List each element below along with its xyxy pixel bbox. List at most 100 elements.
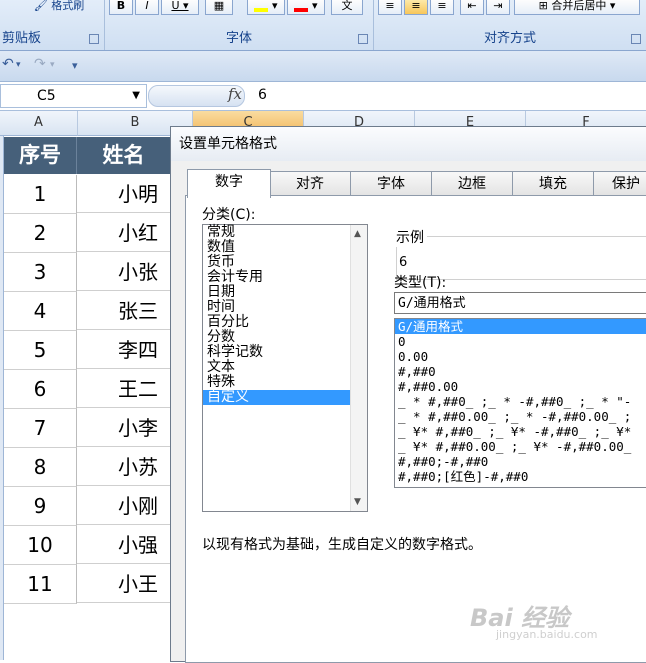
scroll-down-icon[interactable]: ▼ bbox=[354, 497, 361, 507]
border-icon: ▦ bbox=[213, 0, 225, 12]
tab-font[interactable]: 字体 bbox=[350, 171, 432, 196]
tab-number[interactable]: 数字 bbox=[187, 169, 271, 198]
underline-button[interactable]: U ▾ bbox=[161, 0, 199, 15]
format-cells-dialog: 设置单元格格式 数字 对齐 字体 边框 填充 保护 分类(C): 常规 数值 货… bbox=[170, 126, 646, 663]
border-button[interactable]: ▦ bbox=[205, 0, 233, 15]
list-item-selected[interactable]: 自定义 bbox=[203, 390, 350, 405]
customize-qat-icon[interactable]: ▾ bbox=[72, 59, 78, 72]
list-item[interactable]: 文本 bbox=[203, 360, 367, 375]
format-list[interactable]: G/通用格式 0 0.00 #,##0 #,##0.00 _ * #,##0_ … bbox=[394, 318, 646, 488]
bold-button[interactable]: B bbox=[109, 0, 133, 15]
clipboard-launcher-icon[interactable] bbox=[89, 34, 99, 44]
list-item[interactable]: _ ¥* #,##0_ ;_ ¥* -#,##0_ ;_ ¥* bbox=[395, 424, 646, 439]
clipboard-group: 🖌 格式刷 剪贴板 bbox=[0, 0, 105, 50]
list-item[interactable]: #,##0;-#,##0 bbox=[395, 454, 646, 469]
insert-function-icon[interactable]: fx bbox=[228, 85, 242, 103]
list-item[interactable]: 日期 bbox=[203, 285, 367, 300]
indent-decrease-button[interactable]: ⇤ bbox=[460, 0, 484, 15]
table-cell-index[interactable]: 1 bbox=[4, 175, 77, 214]
underline-icon: U ▾ bbox=[171, 0, 189, 12]
list-item[interactable]: _ ¥* #,##0.00_ ;_ ¥* -#,##0.00_ bbox=[395, 439, 646, 454]
type-input[interactable]: G/通用格式 bbox=[394, 292, 646, 314]
italic-button[interactable]: I bbox=[135, 0, 159, 15]
formula-input[interactable]: 6 bbox=[258, 87, 267, 103]
font-group: B I U ▾ ▦ ▾ ▾ 文 字体 bbox=[105, 0, 374, 50]
table-cell-index[interactable]: 3 bbox=[4, 253, 77, 292]
chevron-down-icon[interactable]: ▼ bbox=[132, 90, 140, 101]
list-item[interactable]: 分数 bbox=[203, 330, 367, 345]
bold-icon: B bbox=[116, 0, 126, 12]
header-cell-index[interactable]: 序号 bbox=[4, 137, 77, 174]
table-cell-name[interactable]: 小李 bbox=[77, 409, 170, 447]
dialog-title[interactable]: 设置单元格格式 bbox=[171, 127, 646, 161]
table-cell-index[interactable]: 8 bbox=[4, 448, 77, 487]
list-item[interactable]: 0.00 bbox=[395, 349, 646, 364]
sample-label: 示例 bbox=[393, 227, 427, 247]
name-box[interactable]: C5 ▼ bbox=[0, 84, 147, 108]
table-cell-index[interactable]: 6 bbox=[4, 370, 77, 409]
table-cell-name[interactable]: 李四 bbox=[77, 331, 170, 369]
table-cell-name[interactable]: 张三 bbox=[77, 292, 170, 330]
sample-value: 6 bbox=[399, 255, 408, 270]
font-color-button[interactable]: ▾ bbox=[287, 0, 325, 15]
undo-icon[interactable]: ↶ bbox=[2, 56, 14, 72]
table-cell-index[interactable]: 5 bbox=[4, 331, 77, 370]
table-cell-index[interactable]: 7 bbox=[4, 409, 77, 448]
table-cell-name[interactable]: 小张 bbox=[77, 253, 170, 291]
align-left-button[interactable]: ≡ bbox=[378, 0, 402, 15]
list-item-selected[interactable]: G/通用格式 bbox=[395, 319, 646, 334]
formula-bar: C5 ▼ fx 6 bbox=[0, 82, 646, 111]
phonetic-button[interactable]: 文 bbox=[331, 0, 363, 15]
table-cell-name[interactable]: 小红 bbox=[77, 214, 170, 252]
table-cell-index[interactable]: 4 bbox=[4, 292, 77, 331]
tab-protection[interactable]: 保护 bbox=[593, 171, 646, 195]
list-item[interactable]: 时间 bbox=[203, 300, 367, 315]
table-cell-name[interactable]: 小明 bbox=[77, 175, 170, 213]
tab-alignment[interactable]: 对齐 bbox=[269, 171, 351, 196]
list-item[interactable]: 货币 bbox=[203, 255, 367, 270]
list-item[interactable]: 常规 bbox=[203, 225, 367, 240]
table-cell-index[interactable]: 11 bbox=[4, 565, 77, 604]
list-item[interactable]: #,##0.00 bbox=[395, 379, 646, 394]
list-item[interactable]: 科学记数 bbox=[203, 345, 367, 360]
list-item[interactable]: 会计专用 bbox=[203, 270, 367, 285]
font-group-label: 字体 bbox=[225, 31, 252, 46]
indent-increase-button[interactable]: ⇥ bbox=[486, 0, 510, 15]
list-item[interactable]: #,##0;[红色]-#,##0 bbox=[395, 469, 646, 484]
fill-color-button[interactable]: ▾ bbox=[247, 0, 285, 15]
list-item[interactable]: 百分比 bbox=[203, 315, 367, 330]
phonetic-icon: 文 bbox=[341, 0, 353, 12]
font-launcher-icon[interactable] bbox=[358, 34, 368, 44]
empty-cells[interactable] bbox=[4, 604, 170, 660]
header-cell-name[interactable]: 姓名 bbox=[77, 137, 171, 174]
category-list[interactable]: 常规 数值 货币 会计专用 日期 时间 百分比 分数 科学记数 文本 特殊 自定… bbox=[202, 224, 368, 512]
list-item[interactable]: _ * #,##0.00_ ;_ * -#,##0.00_ ; bbox=[395, 409, 646, 424]
table-cell-name[interactable]: 王二 bbox=[77, 370, 170, 408]
italic-icon: I bbox=[145, 0, 149, 12]
format-painter-button[interactable]: 🖌 格式刷 bbox=[20, 0, 98, 14]
table-cell-name[interactable]: 小王 bbox=[77, 565, 170, 603]
table-cell-index[interactable]: 10 bbox=[4, 526, 77, 565]
scroll-up-icon[interactable]: ▲ bbox=[354, 229, 361, 239]
list-item[interactable]: 数值 bbox=[203, 240, 367, 255]
column-header-a[interactable]: A bbox=[0, 111, 78, 136]
tab-fill[interactable]: 填充 bbox=[512, 171, 594, 196]
align-right-button[interactable]: ≡ bbox=[430, 0, 454, 15]
table-cell-name[interactable]: 小强 bbox=[77, 526, 170, 564]
merge-center-button[interactable]: ⊞ 合并后居中 ▾ bbox=[514, 0, 640, 15]
redo-dropdown-icon[interactable]: ▾ bbox=[50, 60, 55, 70]
table-cell-name[interactable]: 小苏 bbox=[77, 448, 170, 486]
list-item[interactable]: _ * #,##0_ ;_ * -#,##0_ ;_ * "- bbox=[395, 394, 646, 409]
list-item[interactable]: 0 bbox=[395, 334, 646, 349]
list-item[interactable]: 特殊 bbox=[203, 375, 367, 390]
category-scrollbar[interactable]: ▲ ▼ bbox=[350, 225, 367, 511]
table-cell-name[interactable]: 小刚 bbox=[77, 487, 170, 525]
list-item[interactable]: #,##0 bbox=[395, 364, 646, 379]
align-center-button[interactable]: ≡ bbox=[404, 0, 428, 15]
alignment-launcher-icon[interactable] bbox=[631, 34, 641, 44]
undo-dropdown-icon[interactable]: ▾ bbox=[16, 60, 21, 70]
redo-icon[interactable]: ↷ bbox=[34, 56, 46, 72]
table-cell-index[interactable]: 2 bbox=[4, 214, 77, 253]
table-cell-index[interactable]: 9 bbox=[4, 487, 77, 526]
tab-border[interactable]: 边框 bbox=[431, 171, 513, 196]
